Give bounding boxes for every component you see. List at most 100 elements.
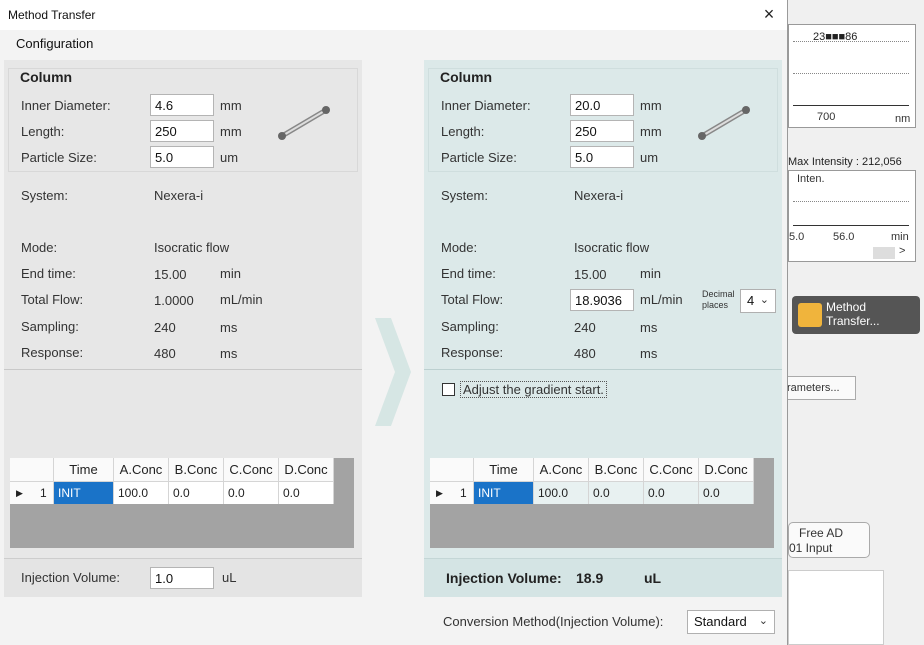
table-corner: [10, 458, 54, 482]
length-input[interactable]: [150, 120, 214, 142]
adjust-gradient-checkbox[interactable]: [442, 383, 455, 396]
source-panel: Column Inner Diameter: mm Length: mm Par…: [4, 60, 362, 597]
sampling-label: Sampling:: [21, 319, 79, 334]
decimal-places-value: 4: [747, 293, 755, 308]
table-cell[interactable]: 0.0: [699, 482, 754, 504]
conversion-method-value: Standard: [694, 614, 747, 629]
total-flow-input[interactable]: [570, 289, 634, 311]
free-ad-input-button[interactable]: Free AD 01 Input: [788, 522, 870, 558]
chevron-down-icon: ⌄: [758, 615, 768, 627]
unit-label: ms: [220, 320, 238, 335]
background-application: 23■■■86 700 nm Max Intensity : 212,056 I…: [788, 0, 924, 645]
system-value: Nexera-i: [154, 188, 204, 203]
table-cell[interactable]: INIT: [54, 482, 114, 504]
table-cell[interactable]: 0.0: [169, 482, 224, 504]
table-header[interactable]: C.Conc: [224, 458, 279, 482]
particle-size-label: Particle Size:: [21, 150, 97, 165]
table-header[interactable]: B.Conc: [589, 458, 644, 482]
table-header[interactable]: C.Conc: [644, 458, 699, 482]
inner-diameter-input[interactable]: [570, 94, 634, 116]
title-bar: Method Transfer ×: [0, 0, 787, 30]
table-header[interactable]: A.Conc: [114, 458, 169, 482]
table-header[interactable]: A.Conc: [534, 458, 589, 482]
unit-label: mL/min: [220, 292, 263, 307]
total-flow-label: Total Flow:: [21, 292, 84, 307]
inner-diameter-label: Inner Diameter:: [441, 98, 531, 113]
injection-volume-band: Injection Volume: uL: [4, 558, 362, 597]
transfer-arrow-icon: [375, 318, 411, 426]
grid-line: [793, 73, 909, 74]
axis-unit-label: nm: [895, 113, 911, 125]
axis-tick-label: 700: [817, 111, 836, 123]
unit-label: ms: [640, 346, 658, 361]
grid-line: [793, 41, 909, 42]
table-header[interactable]: B.Conc: [169, 458, 224, 482]
unit-label: mm: [220, 98, 242, 113]
table-cell[interactable]: INIT: [474, 482, 534, 504]
close-button[interactable]: ×: [752, 2, 786, 28]
unit-label: mL/min: [640, 292, 683, 307]
response-label: Response:: [21, 345, 84, 360]
particle-size-input[interactable]: [150, 146, 214, 168]
conversion-method-select[interactable]: Standard ⌄: [687, 610, 775, 634]
sampling-label: Sampling:: [441, 319, 499, 334]
chromatogram-plot: Inten. 5.0 56.0 min >: [788, 170, 916, 262]
table-cell[interactable]: 100.0: [534, 482, 589, 504]
end-time-label: End time:: [21, 266, 76, 281]
inten-label: Inten.: [797, 173, 825, 185]
table-cell[interactable]: 0.0: [589, 482, 644, 504]
injection-volume-input[interactable]: [150, 567, 214, 589]
spectrum-plot: 23■■■86 700 nm: [788, 24, 916, 128]
free-ad-label: 01 Input: [789, 541, 833, 555]
end-time-label: End time:: [441, 266, 496, 281]
table-row-header[interactable]: ▶ 1: [430, 482, 474, 504]
unit-label: uL: [222, 570, 237, 585]
axis-line: [793, 105, 909, 106]
length-input[interactable]: [570, 120, 634, 142]
system-label: System:: [441, 188, 488, 203]
row-index: 1: [40, 486, 47, 500]
current-row-icon: ▶: [436, 488, 443, 498]
background-panel: [788, 570, 884, 645]
inner-diameter-label: Inner Diameter:: [21, 98, 111, 113]
mode-label: Mode:: [21, 240, 58, 255]
table-row-header[interactable]: ▶ 1: [10, 482, 54, 504]
table-header[interactable]: D.Conc: [279, 458, 334, 482]
table-header[interactable]: Time: [54, 458, 114, 482]
response-value: 480: [154, 346, 176, 361]
table-header[interactable]: D.Conc: [699, 458, 754, 482]
inner-diameter-input[interactable]: [150, 94, 214, 116]
column-heading: Column: [440, 69, 493, 85]
scroll-right-icon[interactable]: >: [899, 245, 905, 257]
unit-label: um: [640, 150, 659, 165]
method-transfer-dialog: Method Transfer × Configuration Column I…: [0, 0, 788, 645]
max-intensity-label: Max Intensity : 212,056: [788, 156, 902, 168]
unit-label: ms: [640, 320, 658, 335]
free-ad-label: Free AD: [799, 526, 844, 540]
table-header[interactable]: Time: [474, 458, 534, 482]
response-label: Response:: [441, 345, 504, 360]
window-title: Method Transfer: [8, 8, 96, 22]
unit-label: uL: [644, 570, 662, 586]
method-transfer-button[interactable]: Method Transfer...: [792, 296, 920, 334]
scrollbar-thumb[interactable]: [873, 247, 895, 259]
mode-value: Isocratic flow: [574, 240, 650, 255]
table-cell[interactable]: 0.0: [224, 482, 279, 504]
response-value: 480: [574, 346, 596, 361]
menu-configuration[interactable]: Configuration: [16, 36, 93, 51]
axis-tick-label: 56.0: [833, 231, 855, 243]
method-transfer-button-label: Transfer...: [826, 314, 880, 328]
table-cell[interactable]: 100.0: [114, 482, 169, 504]
chevron-down-icon: ⌄: [759, 294, 769, 306]
injection-volume-label: Injection Volume:: [446, 570, 562, 586]
parameters-button[interactable]: rameters...: [788, 376, 856, 400]
injection-volume-label: Injection Volume:: [21, 570, 121, 585]
particle-size-input[interactable]: [570, 146, 634, 168]
adjust-gradient-label[interactable]: Adjust the gradient start.: [460, 381, 607, 398]
hplc-column-icon: [698, 106, 750, 140]
table-cell[interactable]: 0.0: [279, 482, 334, 504]
sampling-value: 240: [154, 320, 176, 335]
unit-label: min: [220, 266, 241, 281]
table-cell[interactable]: 0.0: [644, 482, 699, 504]
decimal-places-select[interactable]: 4 ⌄: [740, 289, 776, 313]
